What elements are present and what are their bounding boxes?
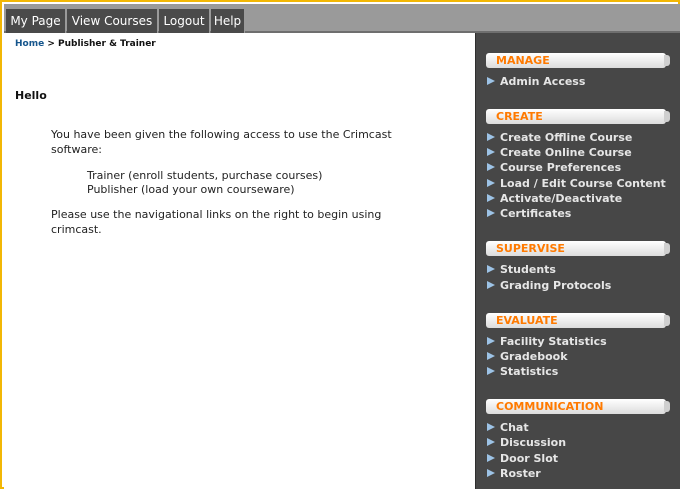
header-tab-decoration <box>664 55 670 66</box>
arrow-right-icon <box>487 281 495 289</box>
nav-statistics[interactable]: Statistics <box>487 364 558 379</box>
nav-course-preferences[interactable]: Course Preferences <box>487 160 621 175</box>
nav-certificates[interactable]: Certificates <box>487 206 571 221</box>
sidebar: MANAGE Admin Access CREATE Create Offlin… <box>475 33 680 489</box>
tab-help[interactable]: Help <box>211 9 245 33</box>
section-title: SUPERVISE <box>496 242 565 255</box>
nav-chat[interactable]: Chat <box>487 420 529 435</box>
nav-item-label: Statistics <box>500 365 559 378</box>
section-header-create: CREATE <box>486 109 670 124</box>
arrow-right-icon <box>487 148 495 156</box>
nav-activate-deactivate[interactable]: Activate/Deactivate <box>487 191 622 206</box>
arrow-right-icon <box>487 179 495 187</box>
tab-logout[interactable]: Logout <box>159 9 210 33</box>
role-publisher: Publisher (load your own courseware) <box>87 183 295 196</box>
nav-item-label: Chat <box>500 421 529 434</box>
section-header-communication: COMMUNICATION <box>486 399 670 414</box>
nav-item-label: Create Online Course <box>500 146 632 159</box>
nav-create-online-course[interactable]: Create Online Course <box>487 145 632 160</box>
nav-roster[interactable]: Roster <box>487 466 541 481</box>
section-title: EVALUATE <box>496 314 558 327</box>
nav-students[interactable]: Students <box>487 262 556 277</box>
access-intro-text: You have been given the following access… <box>51 128 392 156</box>
nav-grading-protocols[interactable]: Grading Protocols <box>487 278 611 293</box>
nav-door-slot[interactable]: Door Slot <box>487 451 558 466</box>
section-header-supervise: SUPERVISE <box>486 241 670 256</box>
section-header-manage: MANAGE <box>486 53 670 68</box>
arrow-right-icon <box>487 337 495 345</box>
nav-item-label: Gradebook <box>500 350 568 363</box>
breadcrumb: Home > Publisher & Trainer <box>15 39 156 49</box>
top-nav-bar: My Page View Courses Logout Help <box>4 4 680 33</box>
header-tab-decoration <box>664 243 670 254</box>
nav-gradebook[interactable]: Gradebook <box>487 349 568 364</box>
header-tab-decoration <box>664 111 670 122</box>
nav-item-label: Create Offline Course <box>500 131 633 144</box>
nav-item-label: Activate/Deactivate <box>500 192 623 205</box>
breadcrumb-current: Publisher & Trainer <box>58 39 156 49</box>
nav-facility-statistics[interactable]: Facility Statistics <box>487 334 607 349</box>
arrow-right-icon <box>487 163 495 171</box>
tab-view-courses[interactable]: View Courses <box>67 9 158 33</box>
nav-load-edit-course-content[interactable]: Load / Edit Course Content <box>487 176 666 191</box>
section-header-evaluate: EVALUATE <box>486 313 670 328</box>
nav-item-label: Door Slot <box>500 452 559 465</box>
nav-item-label: Certificates <box>500 207 572 220</box>
section-title: CREATE <box>496 110 543 123</box>
arrow-right-icon <box>487 209 495 217</box>
header-tab-decoration <box>664 315 670 326</box>
arrow-right-icon <box>487 367 495 375</box>
instructions-text: Please use the navigational links on the… <box>51 208 382 236</box>
nav-item-label: Admin Access <box>500 75 586 88</box>
arrow-right-icon <box>487 265 495 273</box>
nav-admin-access[interactable]: Admin Access <box>487 74 585 89</box>
tab-my-page[interactable]: My Page <box>6 9 66 33</box>
arrow-right-icon <box>487 194 495 202</box>
arrow-right-icon <box>487 469 495 477</box>
nav-item-label: Facility Statistics <box>500 335 607 348</box>
role-trainer: Trainer (enroll students, purchase cours… <box>87 169 323 182</box>
nav-item-label: Roster <box>500 467 541 480</box>
nav-discussion[interactable]: Discussion <box>487 435 566 450</box>
arrow-right-icon <box>487 423 495 431</box>
main-content: Home > Publisher & Trainer Hello You hav… <box>4 33 475 489</box>
nav-create-offline-course[interactable]: Create Offline Course <box>487 130 632 145</box>
breadcrumb-home-link[interactable]: Home <box>15 39 44 49</box>
arrow-right-icon <box>487 133 495 141</box>
arrow-right-icon <box>487 352 495 360</box>
header-tab-decoration <box>664 401 670 412</box>
nav-item-label: Students <box>500 263 556 276</box>
arrow-right-icon <box>487 454 495 462</box>
nav-item-label: Discussion <box>500 436 567 449</box>
app-frame: My Page View Courses Logout Help Home > … <box>0 0 680 489</box>
nav-item-label: Grading Protocols <box>500 279 612 292</box>
arrow-right-icon <box>487 438 495 446</box>
nav-item-label: Course Preferences <box>500 161 622 174</box>
section-title: MANAGE <box>496 54 550 67</box>
nav-item-label: Load / Edit Course Content <box>500 177 666 190</box>
section-title: COMMUNICATION <box>496 400 604 413</box>
arrow-right-icon <box>487 77 495 85</box>
greeting-heading: Hello <box>15 89 47 102</box>
breadcrumb-separator: > <box>44 39 59 49</box>
